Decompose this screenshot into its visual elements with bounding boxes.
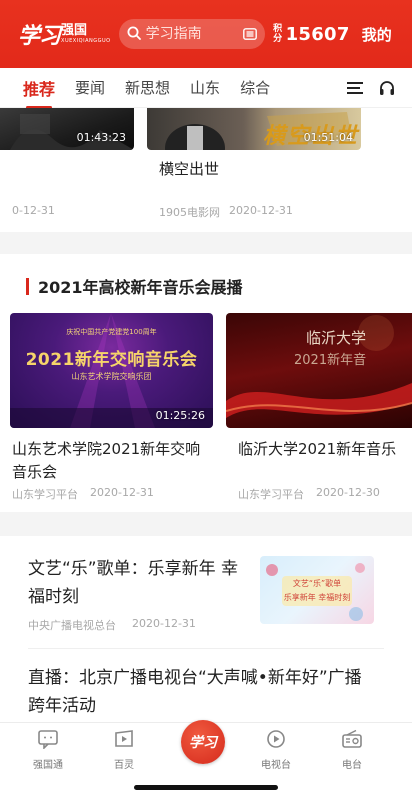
headphones-icon[interactable] bbox=[378, 79, 396, 97]
nav-radio[interactable]: 电台 bbox=[322, 729, 382, 771]
search-icon bbox=[127, 25, 141, 44]
points-label: 积分 bbox=[273, 24, 283, 44]
tab-new-thought[interactable]: 新思想 bbox=[125, 77, 170, 98]
chat-icon bbox=[37, 730, 59, 753]
nav-label: 电台 bbox=[342, 760, 362, 771]
card-date: 2020-12-30 bbox=[316, 486, 380, 499]
study-center-button[interactable]: 学习 bbox=[181, 720, 225, 764]
card-date: 0-12-31 bbox=[12, 204, 55, 217]
article-divider bbox=[28, 648, 384, 649]
top-header: 学习 强国 XUEXIQIANGGUO 积分 15607 我的 bbox=[0, 0, 412, 68]
poster-sub-text: 山东艺术学院交响乐团 bbox=[71, 372, 152, 381]
nav-tv[interactable]: 电视台 bbox=[246, 729, 306, 771]
article-thumbnail[interactable]: 文艺“乐”歌单 乐享新年 幸福时刻 bbox=[260, 556, 374, 624]
radio-icon bbox=[341, 729, 363, 753]
points-display[interactable]: 积分 15607 bbox=[273, 24, 350, 45]
section-title: 2021年高校新年音乐会展播 bbox=[38, 278, 243, 297]
logo-name-text: 强国 bbox=[61, 23, 88, 38]
logo-name: 强国 XUEXIQIANGGUO bbox=[61, 24, 111, 44]
search-bar[interactable] bbox=[118, 19, 265, 49]
card-title[interactable]: 临沂大学2021新年音乐 bbox=[238, 438, 412, 461]
thumbnail-line-2: 乐享新年 幸福时刻 bbox=[283, 593, 351, 602]
nav-qiangguotong[interactable]: 强国通 bbox=[18, 729, 78, 771]
video-duration: 01:43:23 bbox=[76, 131, 126, 144]
article-title[interactable]: 直播：北京广播电视台“大声喊•新年好”广播跨年活动 bbox=[28, 664, 378, 720]
tab-actions bbox=[332, 79, 396, 97]
video-thumbnail[interactable]: 01:43:23 bbox=[0, 108, 134, 150]
article-title[interactable]: 文艺“乐”歌单：乐享新年 幸福时刻 bbox=[28, 555, 242, 611]
video-play-icon bbox=[113, 730, 135, 753]
article-date: 2020-12-31 bbox=[132, 617, 196, 630]
section-divider bbox=[0, 512, 412, 536]
logo-subtext: XUEXIQIANGGUO bbox=[61, 38, 111, 44]
tab-recommend[interactable]: 推荐 bbox=[23, 76, 55, 100]
thumbnail-line-1: 文艺“乐”歌单 bbox=[292, 579, 342, 588]
nav-bailing[interactable]: 百灵 bbox=[94, 729, 154, 771]
article-source: 中央广播电视总台 bbox=[28, 619, 116, 632]
thumbnail-art bbox=[266, 563, 365, 621]
menu-lines-icon[interactable] bbox=[242, 25, 257, 44]
tab-general[interactable]: 综合 bbox=[240, 77, 270, 98]
mine-button[interactable]: 我的 bbox=[362, 24, 392, 45]
channel-menu-icon[interactable] bbox=[346, 80, 364, 96]
card-source: 山东学习平台 bbox=[12, 488, 78, 501]
home-indicator[interactable] bbox=[134, 785, 278, 790]
poster-main-text: 临沂大学 bbox=[306, 329, 367, 347]
section-accent-bar bbox=[26, 277, 29, 295]
search-input[interactable] bbox=[145, 26, 239, 42]
card-title[interactable]: 山东艺术学院2021新年交响音乐会 bbox=[12, 438, 212, 484]
section-divider bbox=[0, 232, 412, 254]
poster-top-text: 庆祝中国共产党建党100周年 bbox=[66, 328, 157, 336]
card-date: 2020-12-31 bbox=[229, 204, 293, 217]
video-thumbnail[interactable]: 横空出世 01:51:04 bbox=[147, 108, 361, 150]
poster-main-text: 2021新年交响音乐会 bbox=[25, 350, 198, 370]
nav-label: 强国通 bbox=[33, 760, 63, 771]
channel-tabs: 推荐 要闻 新思想 山东 综合 bbox=[0, 68, 412, 108]
app-logo[interactable]: 学习 强国 XUEXIQIANGGUO bbox=[18, 18, 111, 50]
study-center-label: 学习 bbox=[189, 735, 217, 751]
nav-label: 百灵 bbox=[114, 760, 134, 771]
video-duration: 01:51:04 bbox=[303, 131, 353, 144]
logo-mark: 学习 bbox=[18, 23, 61, 49]
section-heading: 2021年高校新年音乐会展播 bbox=[26, 274, 243, 298]
card-source: 山东学习平台 bbox=[238, 488, 304, 501]
card-date: 2020-12-31 bbox=[90, 486, 154, 499]
tab-news[interactable]: 要闻 bbox=[75, 77, 105, 98]
video-thumbnail[interactable]: 庆祝中国共产党建党100周年 2021新年交响音乐会 山东艺术学院交响乐团 01… bbox=[10, 313, 213, 428]
nav-label: 电视台 bbox=[261, 760, 291, 771]
video-thumbnail[interactable]: 临沂大学 2021新年音 bbox=[226, 313, 412, 428]
poster-sub-text: 2021新年音 bbox=[294, 353, 367, 368]
card-title[interactable]: 横空出世 bbox=[159, 158, 219, 181]
tv-play-icon bbox=[265, 730, 287, 753]
video-duration: 01:25:26 bbox=[155, 409, 205, 422]
tab-shandong[interactable]: 山东 bbox=[190, 77, 220, 98]
points-value: 15607 bbox=[285, 23, 350, 45]
card-source: 1905电影网 bbox=[159, 206, 220, 219]
